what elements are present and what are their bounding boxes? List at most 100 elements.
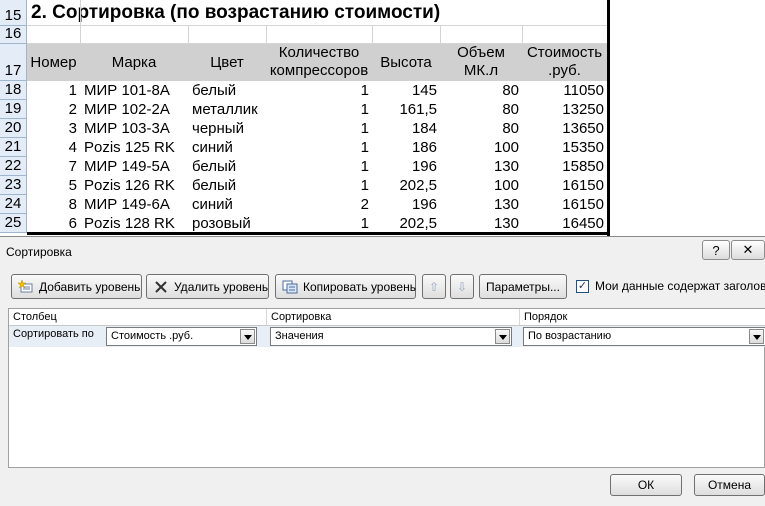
options-button[interactable]: Параметры... — [479, 274, 567, 299]
cell-nomer[interactable]: 4 — [27, 138, 80, 157]
header-stoimost[interactable]: Стоимость .руб. — [522, 44, 607, 81]
cell-cvet[interactable]: белый — [188, 176, 266, 195]
cell-stoimost[interactable]: 16150 — [522, 176, 607, 195]
row-number[interactable]: 25 — [0, 214, 27, 233]
cell-obem[interactable]: 130 — [440, 214, 522, 233]
cell-vysota[interactable]: 145 — [372, 81, 440, 100]
cell-kolvo[interactable]: 1 — [266, 176, 372, 195]
row-number[interactable]: 18 — [0, 81, 27, 100]
cell-stoimost[interactable]: 11050 — [522, 81, 607, 100]
cell-stoimost[interactable]: 15350 — [522, 138, 607, 157]
chevron-down-icon[interactable] — [749, 329, 764, 344]
grid-line — [27, 43, 610, 44]
help-icon: ? — [712, 242, 720, 258]
cell-kolvo[interactable]: 1 — [266, 119, 372, 138]
chevron-down-icon[interactable] — [240, 329, 255, 344]
sort-on-select[interactable]: Значения — [270, 327, 512, 346]
header-obem[interactable]: Объем МК.л — [440, 44, 522, 81]
headers-checkbox[interactable]: ✓ — [576, 280, 589, 293]
cell-vysota[interactable]: 196 — [372, 157, 440, 176]
cell-kolvo[interactable]: 1 — [266, 157, 372, 176]
cell-nomer[interactable]: 2 — [27, 100, 80, 119]
cell-cvet[interactable]: белый — [188, 157, 266, 176]
cell-nomer[interactable]: 5 — [27, 176, 80, 195]
cell-nomer[interactable]: 1 — [27, 81, 80, 100]
move-down-button[interactable]: ⇩ — [450, 274, 474, 299]
header-cvet[interactable]: Цвет — [188, 44, 266, 81]
move-up-button[interactable]: ⇧ — [422, 274, 446, 299]
table-row: 25 6 Pozis 128 RK розовый 1 202,5 130 16450 — [0, 214, 610, 233]
cell-obem[interactable]: 80 — [440, 100, 522, 119]
cell-obem[interactable]: 100 — [440, 138, 522, 157]
cell-marka[interactable]: МИР 102-2А — [80, 100, 188, 119]
copy-level-button[interactable]: Копировать уровень — [275, 274, 416, 299]
cell-nomer[interactable]: 3 — [27, 119, 80, 138]
sort-level-row[interactable]: Сортировать по Стоимость .руб. Значения … — [9, 326, 765, 347]
header-vysota[interactable]: Высота — [372, 44, 440, 81]
row-number[interactable]: 17 — [0, 44, 27, 81]
cell-nomer[interactable]: 8 — [27, 195, 80, 214]
close-button[interactable]: ✕ — [731, 240, 765, 260]
cell-vysota[interactable]: 196 — [372, 195, 440, 214]
cell-stoimost[interactable]: 15850 — [522, 157, 607, 176]
add-level-button[interactable]: Добавить уровень — [11, 274, 142, 299]
cell-stoimost[interactable]: 16150 — [522, 195, 607, 214]
row-number[interactable]: 19 — [0, 100, 27, 119]
table-row: 24 8 МИР 149-6А синий 2 196 130 16150 — [0, 195, 610, 214]
header-nomer[interactable]: Номер — [27, 44, 80, 81]
cell-cvet[interactable]: розовый — [188, 214, 266, 233]
close-icon: ✕ — [742, 242, 754, 257]
cell-kolvo[interactable]: 1 — [266, 214, 372, 233]
sort-column-select[interactable]: Стоимость .руб. — [106, 327, 257, 346]
cell-kolvo[interactable]: 1 — [266, 81, 372, 100]
cell-stoimost[interactable]: 13650 — [522, 119, 607, 138]
cell-marka[interactable]: МИР 101-8А — [80, 81, 188, 100]
cell-cvet[interactable]: металлик — [188, 100, 266, 119]
row-number[interactable]: 22 — [0, 157, 27, 176]
cell-cvet[interactable]: черный — [188, 119, 266, 138]
cell-marka[interactable]: МИР 149-6А — [80, 195, 188, 214]
cell-marka[interactable]: МИР 103-3А — [80, 119, 188, 138]
cell-vysota[interactable]: 184 — [372, 119, 440, 138]
cell-vysota[interactable]: 202,5 — [372, 176, 440, 195]
cell-obem[interactable]: 100 — [440, 176, 522, 195]
sort-order-select[interactable]: По возрастанию — [523, 327, 765, 346]
cell-vysota[interactable]: 202,5 — [372, 214, 440, 233]
arrow-up-icon: ⇧ — [428, 279, 440, 294]
cell-nomer[interactable]: 6 — [27, 214, 80, 233]
header-kolvo[interactable]: Количество компрессоров — [266, 44, 372, 81]
ok-button[interactable]: ОК — [610, 474, 682, 496]
cell-stoimost[interactable]: 13250 — [522, 100, 607, 119]
cell-obem[interactable]: 130 — [440, 195, 522, 214]
cell-marka[interactable]: Pozis 125 RK — [80, 138, 188, 157]
cell-marka[interactable]: Pozis 126 RK — [80, 176, 188, 195]
row-number[interactable]: 20 — [0, 119, 27, 138]
cell-marka[interactable]: Pozis 128 RK — [80, 214, 188, 233]
checkbox-icon: ✓ — [577, 280, 588, 292]
row-number[interactable]: 16 — [0, 25, 27, 44]
header-marka[interactable]: Марка — [80, 44, 188, 81]
delete-level-button[interactable]: Удалить уровень — [146, 274, 269, 299]
cell-obem[interactable]: 130 — [440, 157, 522, 176]
cell-marka[interactable]: МИР 149-5А — [80, 157, 188, 176]
cell-vysota[interactable]: 161,5 — [372, 100, 440, 119]
row-number[interactable]: 21 — [0, 138, 27, 157]
cell-cvet[interactable]: синий — [188, 195, 266, 214]
cell-stoimost[interactable]: 16450 — [522, 214, 607, 233]
chevron-down-icon[interactable] — [495, 329, 510, 344]
cell-kolvo[interactable]: 1 — [266, 100, 372, 119]
cell-vysota[interactable]: 186 — [372, 138, 440, 157]
cancel-button[interactable]: Отмена — [694, 474, 765, 496]
row-number[interactable]: 23 — [0, 176, 27, 195]
help-button[interactable]: ? — [702, 240, 730, 260]
cell-nomer[interactable]: 7 — [27, 157, 80, 176]
grid-line — [522, 26, 523, 44]
cell-kolvo[interactable]: 2 — [266, 195, 372, 214]
cell-cvet[interactable]: белый — [188, 81, 266, 100]
row-number[interactable]: 24 — [0, 195, 27, 214]
cell-kolvo[interactable]: 1 — [266, 138, 372, 157]
cell-obem[interactable]: 80 — [440, 119, 522, 138]
cell-obem[interactable]: 80 — [440, 81, 522, 100]
row-number[interactable]: 15 — [0, 0, 27, 26]
cell-cvet[interactable]: синий — [188, 138, 266, 157]
